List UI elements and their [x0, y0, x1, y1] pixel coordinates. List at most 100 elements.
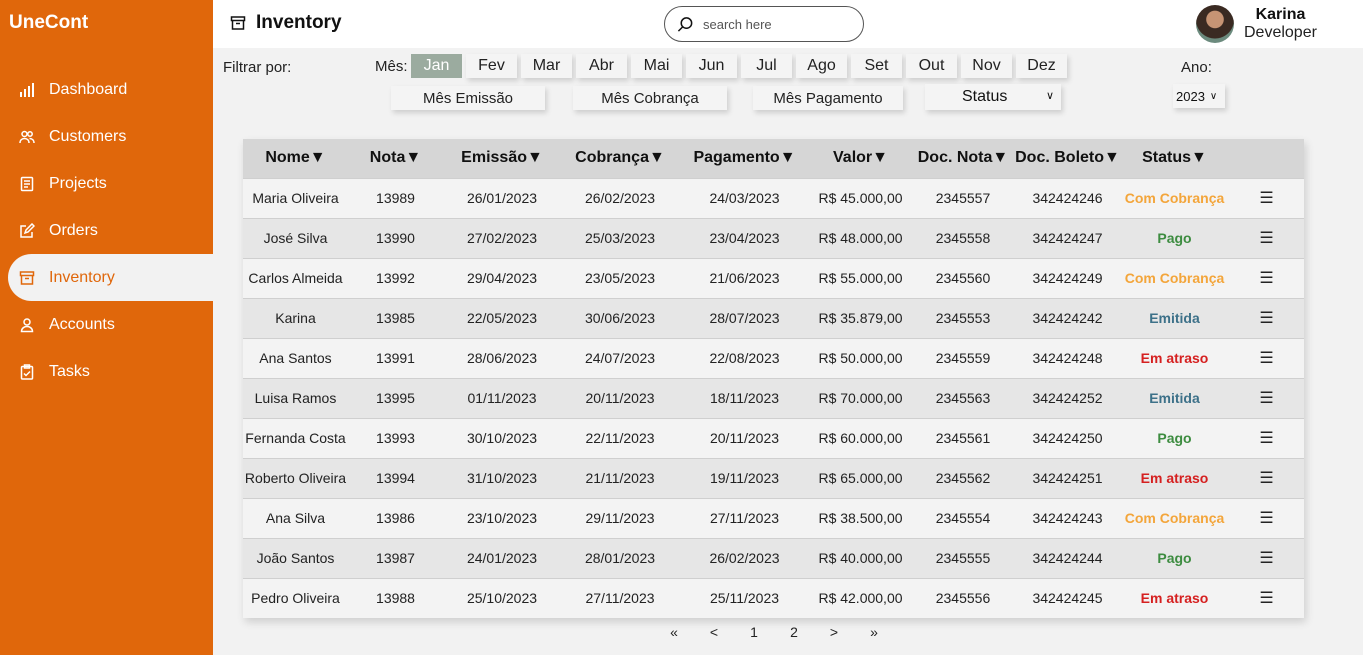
row-menu-icon[interactable]: ☰: [1229, 338, 1304, 378]
cell-doc-nota: 2345558: [935, 230, 991, 246]
row-menu-icon[interactable]: ☰: [1229, 458, 1304, 498]
sidebar-item-accounts[interactable]: Accounts: [0, 301, 213, 348]
pagination-first[interactable]: «: [654, 624, 694, 640]
table-row[interactable]: José Silva 13990 27/02/2023 25/03/2023 23/04…: [243, 218, 1304, 258]
cell-cobranca: 20/11/2023: [585, 390, 655, 406]
search-input[interactable]: [703, 16, 843, 32]
user-profile[interactable]: Karina Developer: [1196, 5, 1317, 43]
cell-emissao: 23/10/2023: [466, 510, 538, 526]
cell-pagamento: 19/11/2023: [709, 470, 780, 486]
status-select[interactable]: Status ∨: [925, 84, 1061, 110]
edit-icon: [18, 222, 36, 240]
column-header-valor[interactable]: Valor▼: [810, 139, 911, 178]
column-header-cobranca[interactable]: Cobrança▼: [561, 139, 679, 178]
sidebar-item-customers[interactable]: Customers: [0, 113, 213, 160]
month-dez[interactable]: Dez: [1016, 54, 1067, 78]
mes-pagamento-button[interactable]: Mês Pagamento: [753, 86, 903, 110]
pagination-prev[interactable]: <: [694, 624, 734, 640]
column-header-status[interactable]: Status▼: [1120, 139, 1229, 178]
year-select[interactable]: 2023 ∨: [1173, 84, 1225, 108]
column-header-doc-boleto[interactable]: Doc. Boleto▼: [1015, 139, 1120, 178]
cell-pagamento: 27/11/2023: [709, 510, 780, 526]
cell-doc-boleto: 342424242: [1032, 310, 1103, 326]
cell-emissao: 28/06/2023: [466, 350, 538, 366]
cell-cobranca: 24/07/2023: [584, 350, 656, 366]
status-badge: Em atraso: [1140, 470, 1209, 486]
search-box[interactable]: [664, 6, 864, 42]
row-menu-icon[interactable]: ☰: [1229, 258, 1304, 298]
month-nov[interactable]: Nov: [961, 54, 1012, 78]
month-ago[interactable]: Ago: [796, 54, 847, 78]
pagination-page-2[interactable]: 2: [774, 624, 814, 640]
cell-cobranca: 21/11/2023: [585, 470, 655, 486]
sidebar-item-inventory[interactable]: Inventory: [8, 254, 213, 301]
row-menu-icon[interactable]: ☰: [1229, 298, 1304, 338]
table-row[interactable]: Ana Santos 13991 28/06/2023 24/07/2023 22/08…: [243, 338, 1304, 378]
cell-valor: R$ 70.000,00: [818, 390, 903, 406]
month-mai[interactable]: Mai: [631, 54, 682, 78]
cell-doc-boleto: 342424250: [1032, 430, 1103, 446]
month-abr[interactable]: Abr: [576, 54, 627, 78]
table-row[interactable]: Maria Oliveira 13989 26/01/2023 26/02/2023 2…: [243, 178, 1304, 218]
cell-emissao: 30/10/2023: [466, 430, 538, 446]
table-row[interactable]: Ana Silva 13986 23/10/2023 29/11/2023 27/11/…: [243, 498, 1304, 538]
sidebar-item-projects[interactable]: Projects: [0, 160, 213, 207]
row-menu-icon[interactable]: ☰: [1229, 498, 1304, 538]
cell-emissao: 31/10/2023: [466, 470, 538, 486]
column-header-nome[interactable]: Nome▼: [243, 139, 348, 178]
table-row[interactable]: Luisa Ramos 13995 01/11/2023 20/11/2023 18/1…: [243, 378, 1304, 418]
filter-label: Filtrar por:: [223, 59, 292, 76]
sidebar-item-label: Tasks: [49, 362, 90, 380]
sidebar-item-orders[interactable]: Orders: [0, 207, 213, 254]
cell-doc-boleto: 342424248: [1032, 350, 1103, 366]
mes-emissao-button[interactable]: Mês Emissão: [391, 86, 545, 110]
mes-cobranca-button[interactable]: Mês Cobrança: [573, 86, 727, 110]
table-row[interactable]: Roberto Oliveira 13994 31/10/2023 21/11/202…: [243, 458, 1304, 498]
pagination-page-1[interactable]: 1: [734, 624, 774, 640]
sidebar-item-tasks[interactable]: Tasks: [0, 348, 213, 395]
month-jun[interactable]: Jun: [686, 54, 737, 78]
month-jul[interactable]: Jul: [741, 54, 792, 78]
sidebar-item-dashboard[interactable]: Dashboard: [0, 66, 213, 113]
pagination-last[interactable]: »: [854, 624, 894, 640]
table-row[interactable]: Carlos Almeida 13992 29/04/2023 23/05/2023 2…: [243, 258, 1304, 298]
cell-doc-nota: 2345562: [935, 470, 991, 486]
sidebar-item-label: Orders: [49, 221, 98, 239]
month-mar[interactable]: Mar: [521, 54, 572, 78]
cell-emissao: 01/11/2023: [467, 390, 537, 406]
table-row[interactable]: Karina 13985 22/05/2023 30/06/2023 28/07/202…: [243, 298, 1304, 338]
row-menu-icon[interactable]: ☰: [1229, 418, 1304, 458]
pagination-next[interactable]: >: [814, 624, 854, 640]
table-row[interactable]: Pedro Oliveira 13988 25/10/2023 27/11/2023 2…: [243, 578, 1304, 618]
row-menu-icon[interactable]: ☰: [1229, 178, 1304, 218]
column-header-pagamento[interactable]: Pagamento▼: [679, 139, 810, 178]
table-row[interactable]: Fernanda Costa 13993 30/10/2023 22/11/2023 2…: [243, 418, 1304, 458]
avatar[interactable]: [1196, 5, 1234, 43]
cell-nome: José Silva: [263, 230, 328, 246]
column-header-doc-nota[interactable]: Doc. Nota▼: [911, 139, 1015, 178]
cell-nota: 13992: [376, 270, 415, 286]
row-menu-icon[interactable]: ☰: [1229, 538, 1304, 578]
month-filter-bar: Jan Fev Mar Abr Mai Jun Jul Ago Set Out …: [411, 54, 1071, 78]
cell-doc-nota: 2345561: [935, 430, 991, 446]
table-row[interactable]: João Santos 13987 24/01/2023 28/01/2023 26/0…: [243, 538, 1304, 578]
cell-nota: 13985: [376, 310, 415, 326]
month-jan[interactable]: Jan: [411, 54, 462, 78]
month-set[interactable]: Set: [851, 54, 902, 78]
chevron-down-icon: ∨: [1045, 90, 1054, 102]
month-out[interactable]: Out: [906, 54, 957, 78]
column-header-emissao[interactable]: Emissão▼: [443, 139, 561, 178]
month-fev[interactable]: Fev: [466, 54, 517, 78]
column-header-nota[interactable]: Nota▼: [348, 139, 443, 178]
cell-nome: Luisa Ramos: [254, 390, 337, 406]
bar-chart-icon: [18, 81, 36, 99]
cell-doc-boleto: 342424252: [1032, 390, 1103, 406]
cell-cobranca: 25/03/2023: [584, 230, 656, 246]
row-menu-icon[interactable]: ☰: [1229, 378, 1304, 418]
table-header-row: Nome▼ Nota▼ Emissão▼ Cobrança▼ Pagamento…: [243, 139, 1304, 178]
row-menu-icon[interactable]: ☰: [1229, 578, 1304, 618]
row-menu-icon[interactable]: ☰: [1229, 218, 1304, 258]
pagination: « < 1 2 > »: [654, 624, 894, 640]
status-badge: Em atraso: [1140, 590, 1209, 607]
year-select-value: 2023: [1176, 88, 1205, 104]
